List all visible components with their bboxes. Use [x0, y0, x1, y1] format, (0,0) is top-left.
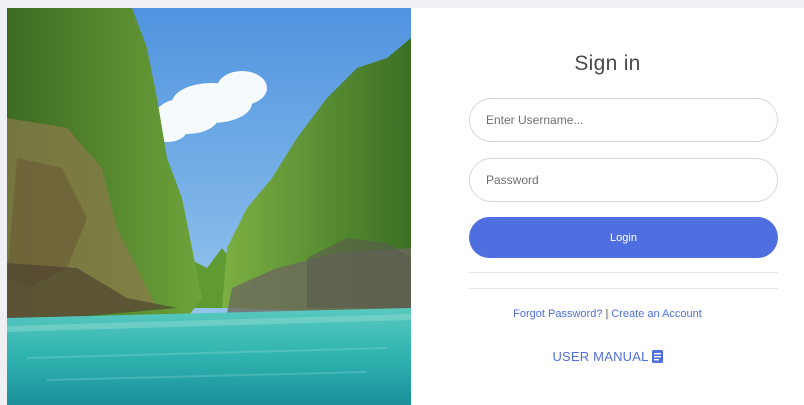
user-manual-label: USER MANUAL: [552, 349, 649, 364]
login-button[interactable]: Login: [469, 217, 778, 258]
user-manual: USER MANUAL: [411, 349, 804, 364]
link-separator: |: [605, 308, 609, 320]
account-links: Forgot Password? | Create an Account: [411, 308, 804, 320]
password-input[interactable]: [469, 158, 778, 202]
user-manual-link[interactable]: USER MANUAL: [552, 349, 663, 364]
login-card: Sign in Login Forgot Password?|Create an…: [7, 8, 804, 405]
divider: [469, 288, 778, 289]
forgot-password-link[interactable]: Forgot Password?: [513, 308, 602, 320]
signin-title: Sign in: [574, 52, 641, 75]
username-input[interactable]: [469, 98, 778, 142]
book-icon: [651, 350, 663, 363]
signin-panel: Sign in Login Forgot Password?|Create an…: [411, 8, 804, 405]
divider: [469, 272, 778, 273]
create-account-link[interactable]: Create an Account: [611, 308, 702, 320]
landscape-photo: [7, 8, 411, 405]
